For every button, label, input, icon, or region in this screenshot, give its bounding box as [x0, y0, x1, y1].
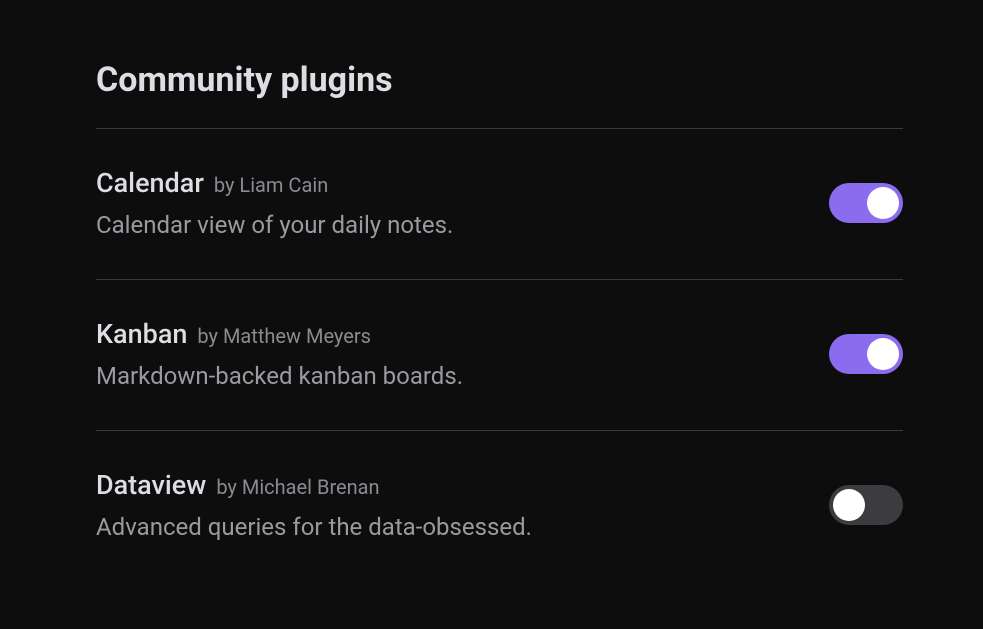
plugin-info: Kanban by Matthew Meyers Markdown-backed… — [96, 318, 829, 390]
plugin-author: by Michael Brenan — [216, 475, 379, 499]
plugin-info: Calendar by Liam Cain Calendar view of y… — [96, 167, 829, 239]
plugin-row-kanban: Kanban by Matthew Meyers Markdown-backed… — [96, 280, 903, 430]
plugin-header: Dataview by Michael Brenan — [96, 469, 829, 501]
plugin-row-dataview: Dataview by Michael Brenan Advanced quer… — [96, 431, 903, 541]
plugin-toggle-kanban[interactable] — [829, 334, 903, 374]
plugin-description: Markdown-backed kanban boards. — [96, 362, 829, 390]
plugin-toggle-calendar[interactable] — [829, 183, 903, 223]
plugin-row-calendar: Calendar by Liam Cain Calendar view of y… — [96, 129, 903, 279]
plugin-author: by Liam Cain — [214, 173, 328, 197]
plugin-name: Kanban — [96, 318, 187, 350]
plugin-header: Kanban by Matthew Meyers — [96, 318, 829, 350]
toggle-knob — [833, 489, 865, 521]
plugin-toggle-dataview[interactable] — [829, 485, 903, 525]
plugin-description: Advanced queries for the data-obsessed. — [96, 513, 829, 541]
plugin-header: Calendar by Liam Cain — [96, 167, 829, 199]
toggle-knob — [867, 187, 899, 219]
toggle-knob — [867, 338, 899, 370]
page-title: Community plugins — [96, 60, 903, 100]
plugin-info: Dataview by Michael Brenan Advanced quer… — [96, 469, 829, 541]
plugin-description: Calendar view of your daily notes. — [96, 211, 829, 239]
plugin-name: Dataview — [96, 469, 206, 501]
plugin-author: by Matthew Meyers — [197, 324, 371, 348]
plugin-name: Calendar — [96, 167, 204, 199]
community-plugins-panel: Community plugins Calendar by Liam Cain … — [0, 0, 983, 541]
